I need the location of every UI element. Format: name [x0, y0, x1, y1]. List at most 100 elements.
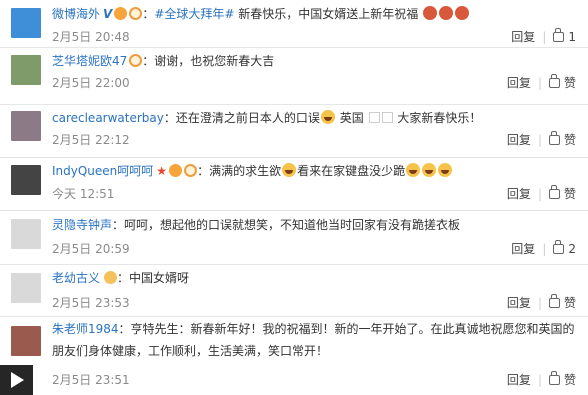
member-badge-icon	[184, 164, 198, 177]
comment-actions: 回复 | 2	[511, 240, 576, 256]
avatar[interactable]	[11, 165, 41, 195]
avatar[interactable]	[11, 326, 41, 356]
like-button[interactable]: 赞	[548, 294, 576, 310]
comment-actions: 回复 | 赞	[506, 185, 576, 201]
thumbs-up-icon	[548, 74, 560, 88]
username-link[interactable]: 灵隐寺钟声	[52, 218, 112, 232]
laugh-emoji-icon	[282, 163, 297, 177]
comment-text: 英国	[339, 111, 364, 125]
comment-item: 老幼古义 ：中国女婿呀 2月5日 23:53 回复 | 赞	[0, 265, 588, 317]
username-link[interactable]: careclearwaterbay	[52, 111, 164, 125]
like-label: 赞	[563, 296, 576, 310]
avatar[interactable]	[11, 273, 41, 303]
like-button[interactable]: 赞	[548, 371, 576, 387]
like-label: 赞	[563, 133, 576, 147]
avatar[interactable]	[11, 111, 41, 141]
comment-text: 新春快乐，中国女婿送上新年祝福	[238, 7, 419, 21]
comment-list: 微博海外 V ：#全球大拜年# 新春快乐，中国女婿送上新年祝福 2月5日 20:48…	[0, 0, 588, 395]
thumbs-up-icon	[553, 28, 565, 42]
comment-actions: 回复 | 赞	[506, 74, 576, 90]
comment-text: 大家新春快乐！	[397, 111, 482, 125]
thumbs-up-icon	[553, 240, 565, 254]
emoji-icon	[455, 6, 470, 20]
like-button[interactable]: 赞	[548, 131, 576, 147]
play-icon[interactable]	[0, 365, 33, 395]
username-link[interactable]: 微博海外	[52, 7, 100, 21]
flag-icon	[381, 112, 393, 123]
star-icon: ★	[156, 164, 168, 178]
avatar[interactable]	[11, 55, 41, 85]
comment-line: IndyQueen呵呵呵 ★ ：满满的求生欲 看来在家键盘没少跪	[52, 162, 580, 181]
reply-button[interactable]: 回复	[507, 296, 531, 310]
comment-actions: 回复 | 赞	[506, 294, 576, 310]
reply-button[interactable]: 回复	[507, 187, 531, 201]
thumbs-up-icon	[548, 131, 560, 145]
emoji-icon	[439, 6, 454, 20]
vip-badge-icon	[114, 7, 128, 20]
reply-button[interactable]: 回复	[507, 76, 531, 90]
like-button[interactable]: 赞	[548, 74, 576, 90]
reply-button[interactable]: 回复	[507, 373, 531, 387]
reply-button[interactable]: 回复	[511, 30, 535, 44]
verified-icon: V	[103, 7, 113, 21]
thumbs-up-icon	[548, 371, 560, 385]
username-link[interactable]: 朱老师1984	[52, 322, 119, 336]
comment-line: 芝华塔妮欧47 ：谢谢，也祝您新春大吉	[52, 52, 580, 71]
comment-actions: 回复 | 1	[511, 28, 576, 44]
comment-text: ：满满的求生欲	[197, 164, 282, 178]
vip-badge-icon	[169, 164, 183, 177]
laugh-emoji-icon	[320, 110, 335, 124]
comment-line: 微博海外 V ：#全球大拜年# 新春快乐，中国女婿送上新年祝福	[52, 5, 580, 24]
like-label: 赞	[563, 187, 576, 201]
flag-icon	[368, 112, 380, 123]
comment-time: 今天 12:51	[52, 187, 115, 201]
comment-item: 微博海外 V ：#全球大拜年# 新春快乐，中国女婿送上新年祝福 2月5日 20:48…	[0, 0, 588, 48]
comment-line: careclearwaterbay：还在澄清之前日本人的口误 英国 大家新春快乐…	[52, 109, 580, 128]
like-count: 2	[568, 242, 576, 256]
comment-time: 2月5日 20:48	[52, 30, 130, 44]
laugh-emoji-icon	[422, 163, 437, 177]
reply-button[interactable]: 回复	[511, 242, 535, 256]
comment-text: ：呵呵，想起他的口误就想笑，不知道他当时回家有没有跪搓衣板	[112, 218, 461, 232]
laugh-emoji-icon	[406, 163, 421, 177]
like-button[interactable]: 1	[553, 28, 576, 44]
comment-time: 2月5日 23:51	[52, 373, 130, 387]
comment-text: ：还在澄清之前日本人的口误	[163, 111, 320, 125]
emoji-icon	[423, 6, 438, 20]
medal-icon	[104, 271, 118, 284]
username-link[interactable]: 芝华塔妮欧47	[52, 54, 127, 68]
laugh-emoji-icon	[438, 163, 453, 177]
like-label: 赞	[563, 373, 576, 387]
member-badge-icon	[129, 54, 143, 67]
comment-time: 2月5日 22:00	[52, 76, 130, 90]
like-button[interactable]: 2	[553, 240, 576, 256]
comment-time: 2月5日 22:12	[52, 133, 130, 147]
comment-line: 朱老师1984：亨特先生：新春新年好！我的祝福到！新的一年开始了。在此真诚地祝愿…	[52, 318, 580, 362]
comment-text: ：谢谢，也祝您新春大吉	[142, 54, 275, 68]
comment-text: 看来在家键盘没少跪	[297, 164, 406, 178]
topic-link[interactable]: #全球大拜年#	[154, 7, 234, 21]
comment-item: careclearwaterbay：还在澄清之前日本人的口误 英国 大家新春快乐…	[0, 105, 588, 158]
comment-item: 朱老师1984：亨特先生：新春新年好！我的祝福到！新的一年开始了。在此真诚地祝愿…	[0, 317, 588, 395]
like-button[interactable]: 赞	[548, 185, 576, 201]
comment-time: 2月5日 23:53	[52, 296, 130, 310]
thumbs-up-icon	[548, 185, 560, 199]
member-badge-icon	[129, 7, 143, 20]
comment-item: 灵隐寺钟声：呵呵，想起他的口误就想笑，不知道他当时回家有没有跪搓衣板 2月5日 …	[0, 211, 588, 265]
thumbs-up-icon	[548, 294, 560, 308]
like-count: 1	[568, 30, 576, 44]
comment-time: 2月5日 20:59	[52, 242, 130, 256]
comment-actions: 回复 | 赞	[506, 131, 576, 147]
username-link[interactable]: IndyQueen呵呵呵	[52, 164, 153, 178]
avatar[interactable]	[11, 219, 41, 249]
comment-text: ：亨特先生：新春新年好！我的祝福到！新的一年开始了。在此真诚地祝愿您和英国的朋友…	[52, 322, 575, 358]
reply-button[interactable]: 回复	[507, 133, 531, 147]
comment-actions: 回复 | 赞	[506, 371, 576, 387]
comment-item: 芝华塔妮欧47 ：谢谢，也祝您新春大吉 2月5日 22:00 回复 | 赞	[0, 48, 588, 105]
comment-item: IndyQueen呵呵呵 ★ ：满满的求生欲 看来在家键盘没少跪 今天 12:51 回…	[0, 158, 588, 211]
avatar[interactable]	[11, 8, 41, 38]
comment-line: 灵隐寺钟声：呵呵，想起他的口误就想笑，不知道他当时回家有没有跪搓衣板	[52, 216, 580, 235]
comment-line: 老幼古义 ：中国女婿呀	[52, 269, 580, 288]
comment-text: ：中国女婿呀	[117, 271, 190, 285]
username-link[interactable]: 老幼古义	[52, 271, 100, 285]
